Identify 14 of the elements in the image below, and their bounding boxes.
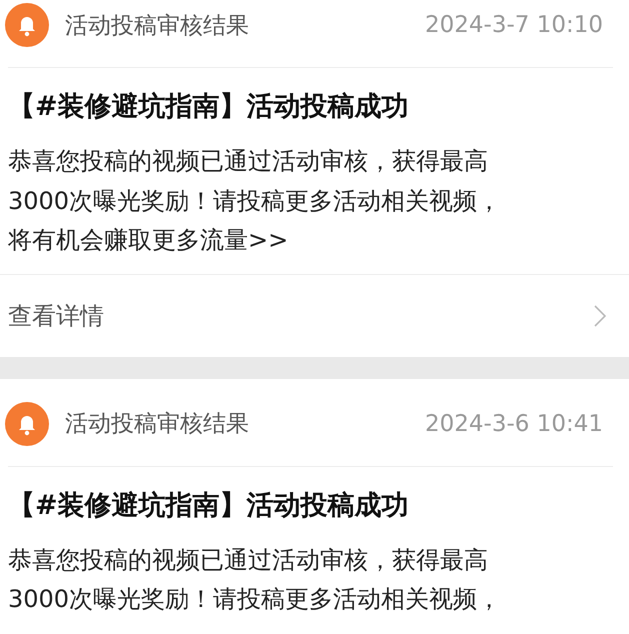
chevron-right-icon	[593, 304, 607, 328]
notification-time: 2024-3-7 10:10	[425, 12, 603, 38]
message-line: 3000次曝光奖励！请投稿更多活动相关视频，	[8, 584, 502, 615]
message-line: 3000次曝光奖励！请投稿更多活动相关视频，	[8, 186, 502, 216]
message-line: 恭喜您投稿的视频已通过活动审核，获得最高	[8, 544, 489, 576]
message-line: 恭喜您投稿的视频已通过活动审核，获得最高	[8, 146, 489, 177]
notification-time: 2024-3-6 10:41	[425, 410, 603, 436]
message-line: 将有机会赚取更多流量>>	[8, 225, 290, 256]
notification-category: 活动投稿审核结果	[65, 410, 250, 439]
bell-icon	[5, 3, 49, 47]
notification-title: 【#装修避坑指南】活动投稿成功	[8, 90, 410, 124]
notification-category: 活动投稿审核结果	[65, 12, 250, 40]
notification-title: 【#装修避坑指南】活动投稿成功	[8, 488, 410, 522]
bell-icon	[5, 402, 49, 446]
